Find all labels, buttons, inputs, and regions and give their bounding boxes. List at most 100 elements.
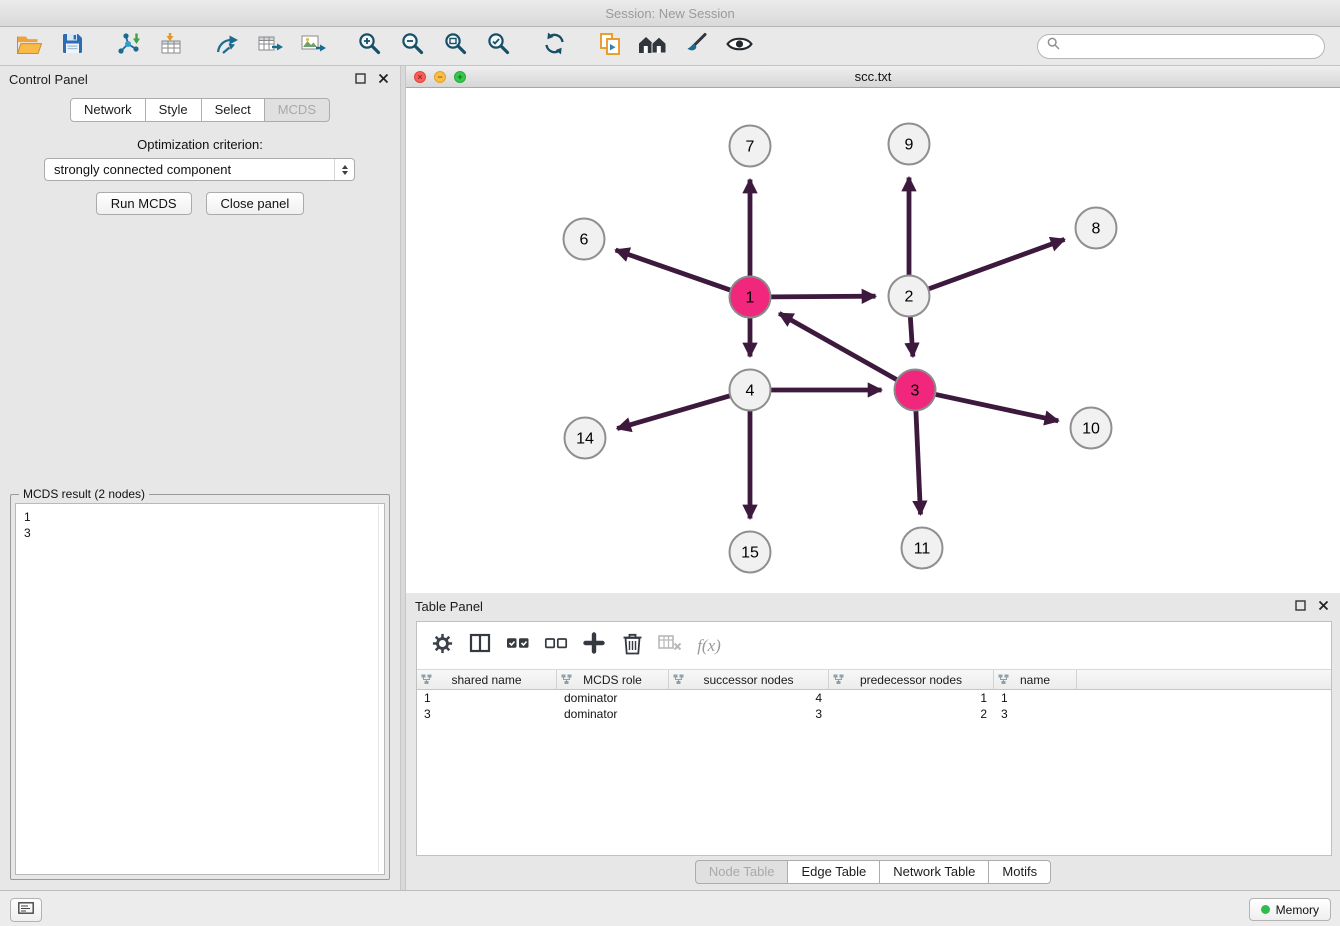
table-settings-button[interactable] [427, 631, 457, 661]
graph-node-9[interactable]: 9 [889, 124, 930, 165]
network-tools-button[interactable] [210, 30, 244, 62]
graph-edge-2-8[interactable] [928, 239, 1064, 289]
column-header-successor-nodes[interactable]: successor nodes [669, 670, 829, 689]
export-image-button[interactable] [296, 30, 330, 62]
cell-successor-nodes[interactable]: 4 [669, 691, 829, 705]
close-panel-button[interactable] [375, 72, 391, 88]
graph-node-4[interactable]: 4 [730, 370, 771, 411]
float-panel-button[interactable] [352, 72, 368, 88]
delete-column-button[interactable] [617, 631, 647, 661]
status-bar: Memory [0, 890, 1340, 926]
zoom-selected-button[interactable] [481, 30, 515, 62]
zoom-fit-button[interactable] [438, 30, 472, 62]
delete-table-button[interactable] [655, 631, 685, 661]
tab-motifs[interactable]: Motifs [988, 860, 1051, 884]
close-window-icon[interactable]: × [414, 71, 426, 83]
console-button[interactable] [10, 898, 42, 922]
tab-style[interactable]: Style [145, 98, 202, 122]
zoom-out-button[interactable] [395, 30, 429, 62]
column-type-icon [673, 674, 684, 685]
refresh-button[interactable] [537, 30, 571, 62]
graph-edge-3-1[interactable] [779, 313, 897, 380]
column-header-name[interactable]: name [994, 670, 1077, 689]
cell-mcds-role[interactable]: dominator [557, 691, 669, 705]
graph-edge-3-10[interactable] [935, 394, 1058, 421]
zoom-in-icon [357, 31, 382, 61]
graph-node-8[interactable]: 8 [1076, 208, 1117, 249]
maximize-window-icon[interactable]: + [454, 71, 466, 83]
cell-shared-name[interactable]: 1 [417, 691, 557, 705]
network-arrows-icon [214, 32, 240, 61]
graph-node-7[interactable]: 7 [730, 126, 771, 167]
graph-node-6[interactable]: 6 [564, 219, 605, 260]
select-all-columns-button[interactable] [503, 631, 533, 661]
float-table-panel-button[interactable] [1292, 599, 1308, 615]
cell-predecessor-nodes[interactable]: 1 [829, 691, 994, 705]
close-table-panel-button[interactable] [1315, 599, 1331, 615]
fx-icon: f(x) [697, 636, 721, 656]
mcds-result-box[interactable]: 1 3 [15, 503, 385, 875]
clone-network-button[interactable] [593, 30, 627, 62]
node-table-area: f(x) shared name MCDS role successor nod… [416, 621, 1332, 856]
graph-node-3[interactable]: 3 [895, 370, 936, 411]
import-table-button[interactable] [154, 30, 188, 62]
memory-button[interactable]: Memory [1249, 898, 1331, 921]
open-session-button[interactable] [12, 30, 46, 62]
column-header-shared-name[interactable]: shared name [417, 670, 557, 689]
tab-mcds[interactable]: MCDS [264, 98, 330, 122]
home-button[interactable] [636, 30, 670, 62]
tab-node-table[interactable]: Node Table [695, 860, 789, 884]
result-scrollbar-track[interactable] [378, 505, 379, 872]
close-panel-button-mcds[interactable]: Close panel [206, 192, 305, 215]
graph-edge-1-2[interactable] [771, 296, 876, 297]
column-header-mcds-role[interactable]: MCDS role [557, 670, 669, 689]
graph-node-2[interactable]: 2 [889, 276, 930, 317]
network-window-titlebar[interactable]: × − + scc.txt [406, 66, 1340, 88]
search-input[interactable] [1066, 38, 1315, 54]
trash-icon [622, 632, 643, 660]
cell-mcds-role[interactable]: dominator [557, 707, 669, 721]
function-builder-button[interactable]: f(x) [693, 631, 723, 661]
graph-edge-1-6[interactable] [616, 250, 731, 290]
export-table-button[interactable] [253, 30, 287, 62]
mcds-result-group: MCDS result (2 nodes) 1 3 [10, 494, 390, 880]
graph-edge-2-3[interactable] [910, 317, 913, 357]
graph-node-1[interactable]: 1 [730, 277, 771, 318]
minimize-window-icon[interactable]: − [434, 71, 446, 83]
add-column-button[interactable] [579, 631, 609, 661]
memory-status-icon [1261, 905, 1270, 914]
tab-edge-table[interactable]: Edge Table [787, 860, 880, 884]
search-box[interactable] [1037, 34, 1325, 59]
network-canvas[interactable]: 7 9 6 8 1 2 4 3 14 10 15 11 [406, 88, 1340, 593]
import-network-button[interactable] [111, 30, 145, 62]
column-type-icon [998, 674, 1009, 685]
save-session-button[interactable] [55, 30, 89, 62]
deselect-all-columns-button[interactable] [541, 631, 571, 661]
table-row: 3 dominator 3 2 3 [417, 706, 1331, 722]
tab-select[interactable]: Select [201, 98, 265, 122]
graph-node-14[interactable]: 14 [565, 418, 606, 459]
column-header-predecessor-nodes[interactable]: predecessor nodes [829, 670, 994, 689]
graph-node-10[interactable]: 10 [1071, 408, 1112, 449]
cell-predecessor-nodes[interactable]: 2 [829, 707, 994, 721]
show-hide-button[interactable] [722, 30, 756, 62]
graph-edge-3-11[interactable] [916, 411, 921, 515]
tab-network-table[interactable]: Network Table [879, 860, 989, 884]
graph-node-label: 14 [576, 431, 594, 448]
graph-node-11[interactable]: 11 [902, 528, 943, 569]
style-button[interactable] [679, 30, 713, 62]
tab-network[interactable]: Network [70, 98, 146, 122]
cell-name[interactable]: 1 [994, 691, 1077, 705]
graph-edge-4-14[interactable] [617, 396, 730, 429]
graph-node-15[interactable]: 15 [730, 532, 771, 573]
zoom-in-button[interactable] [352, 30, 386, 62]
control-panel-tabs: Network Style Select MCDS [0, 98, 400, 122]
show-columns-button[interactable] [465, 631, 495, 661]
cell-shared-name[interactable]: 3 [417, 707, 557, 721]
run-mcds-button[interactable]: Run MCDS [96, 192, 192, 215]
optimization-criterion-select[interactable]: strongly connected component [44, 158, 355, 181]
zoom-out-icon [400, 31, 425, 61]
cell-successor-nodes[interactable]: 3 [669, 707, 829, 721]
cell-name[interactable]: 3 [994, 707, 1077, 721]
window-titlebar[interactable]: Session: New Session [0, 0, 1340, 27]
